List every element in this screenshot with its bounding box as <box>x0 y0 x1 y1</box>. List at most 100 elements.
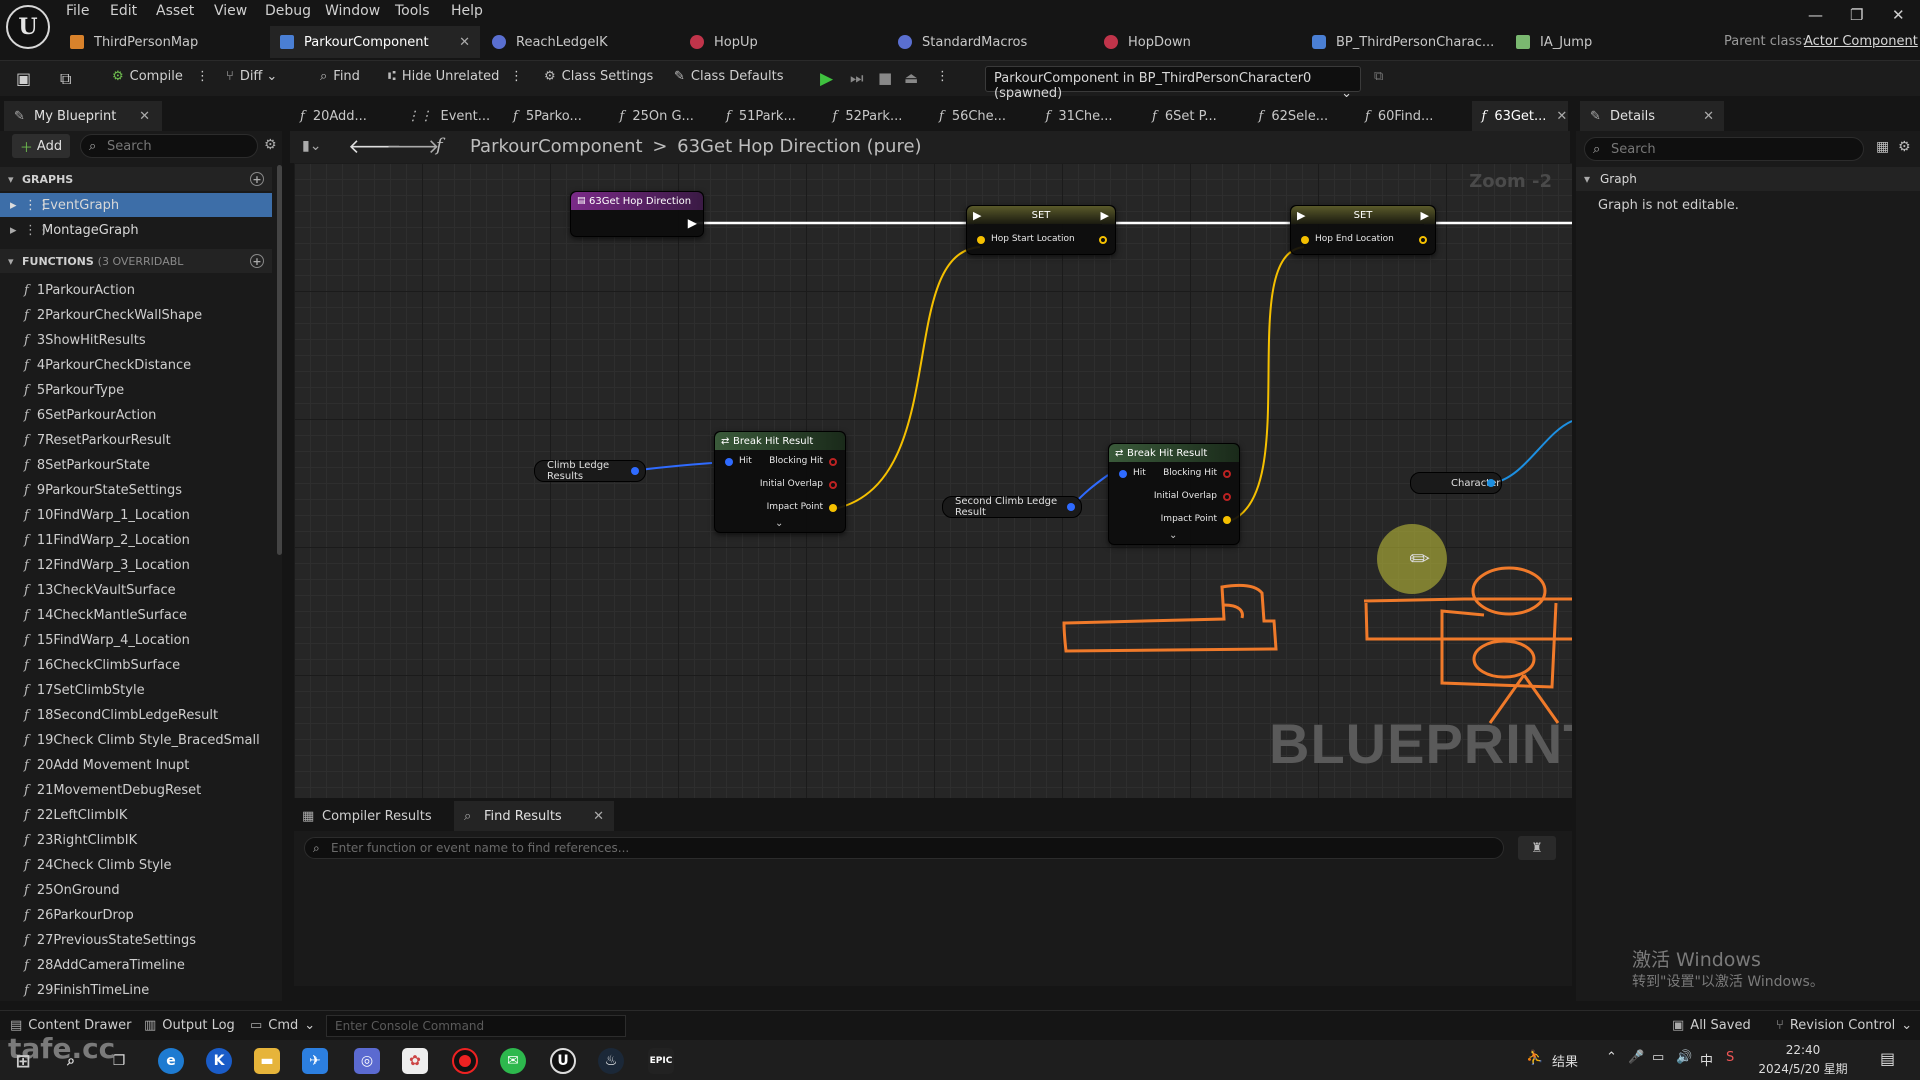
bookmark-icon[interactable]: ▮⌄ <box>302 138 321 154</box>
graph-section-header[interactable]: ▾ Graph <box>1576 167 1920 191</box>
function-entry-node[interactable]: ▤ 63Get Hop Direction ▶ <box>570 191 704 237</box>
set-hop-start-node[interactable]: SET ▶ ▶ Hop Start Location <box>966 205 1116 255</box>
climb-ledge-results-variable[interactable]: Climb Ledge Results <box>534 460 646 482</box>
graph-tab[interactable]: f 6Set P... <box>1152 101 1252 131</box>
compile-button[interactable]: ⚙ Compile <box>112 69 183 84</box>
minimize-icon[interactable]: — <box>1808 6 1823 24</box>
revision-control-button[interactable]: ⑂ Revision Control ⌄ <box>1776 1018 1912 1033</box>
close-panel-icon[interactable]: ✕ <box>139 109 150 124</box>
function-item[interactable]: f 28AddCameraTimeline <box>24 954 185 976</box>
function-item[interactable]: f 15FindWarp_4_Location <box>24 629 190 651</box>
exec-in-pin-icon[interactable]: ▶ <box>1297 209 1305 222</box>
exec-in-pin-icon[interactable]: ▶ <box>973 209 981 222</box>
bool-pin-icon[interactable] <box>1223 470 1231 478</box>
function-item[interactable]: f 10FindWarp_1_Location <box>24 504 190 526</box>
close-window-icon[interactable]: ✕ <box>1892 6 1905 24</box>
function-item[interactable]: f 11FindWarp_2_Location <box>24 529 190 551</box>
my-blueprint-tab[interactable]: ✎ My Blueprint ✕ <box>4 101 162 131</box>
notification-icon[interactable]: ▤ <box>1880 1049 1895 1068</box>
app-icon[interactable]: ◎ <box>354 1048 380 1074</box>
graphs-section-header[interactable]: ▾ GRAPHS + <box>0 167 272 191</box>
function-item[interactable]: f 1ParkourAction <box>24 279 135 301</box>
graph-tab[interactable]: f 31Che... <box>1046 101 1146 131</box>
play-options-icon[interactable]: ⋮ <box>936 69 949 84</box>
settings-icon[interactable]: ⚙ <box>1898 139 1911 155</box>
functions-section-header[interactable]: ▾ FUNCTIONS (3 OVERRIDABL + <box>0 249 272 273</box>
function-item[interactable]: f 18SecondClimbLedgeResult <box>24 704 218 726</box>
graph-tab[interactable]: f 62Sele... <box>1259 101 1359 131</box>
hide-unrelated-button[interactable]: ⑆ Hide Unrelated <box>388 69 499 84</box>
function-item[interactable]: f 20Add Movement Inupt <box>24 754 189 776</box>
table-view-icon[interactable]: ▦ <box>1876 139 1889 155</box>
vector-out-pin-icon[interactable] <box>1099 236 1107 244</box>
menu-file[interactable]: File <box>66 3 89 19</box>
graph-tab[interactable]: f 52Park... <box>833 101 933 131</box>
vector-out-pin-icon[interactable] <box>1419 236 1427 244</box>
debug-browse-icon[interactable]: ⧉ <box>1374 69 1383 84</box>
doc-tab-bp-thirdpersoncharacter[interactable]: BP_ThirdPersonCharac... <box>1302 26 1522 58</box>
left-scrollbar[interactable] <box>277 165 282 555</box>
menu-help[interactable]: Help <box>451 3 483 19</box>
function-item[interactable]: f 23RightClimbIK <box>24 829 137 851</box>
function-item[interactable]: f 3ShowHitResults <box>24 329 146 351</box>
function-item[interactable]: f 13CheckVaultSurface <box>24 579 176 601</box>
details-tab[interactable]: ✎ Details ✕ <box>1580 101 1724 131</box>
ime-indicator[interactable]: 中 <box>1700 1050 1713 1069</box>
wechat-icon[interactable]: ✉ <box>500 1048 526 1074</box>
class-settings-button[interactable]: ⚙ Class Settings <box>544 69 653 84</box>
graph-tab[interactable]: f 20Add... <box>300 101 400 131</box>
function-item[interactable]: f 4ParkourCheckDistance <box>24 354 191 376</box>
find-results-tab[interactable]: ⌕ Find Results ✕ <box>454 801 614 831</box>
expand-pins-icon[interactable]: ⌄ <box>1169 530 1177 541</box>
doc-tab-thirdpersonmap[interactable]: ThirdPersonMap <box>60 26 260 58</box>
blueprint-search-input[interactable]: ⌕ Search <box>80 134 258 158</box>
doc-tab-hopdown[interactable]: HopDown <box>1094 26 1294 58</box>
menu-asset[interactable]: Asset <box>156 3 194 19</box>
function-item[interactable]: f 29FinishTimeLine <box>24 979 149 1001</box>
compiler-results-tab[interactable]: ▦ Compiler Results <box>294 801 452 831</box>
function-item[interactable]: f 26ParkourDrop <box>24 904 134 926</box>
character-variable[interactable]: Character <box>1410 472 1502 494</box>
edge-browser-icon[interactable]: e <box>158 1048 184 1074</box>
function-item[interactable]: f 5ParkourType <box>24 379 124 401</box>
clock-date[interactable]: 2024/5/20 星期一 <box>1756 1060 1850 1080</box>
break-hit-result-node-1[interactable]: ⇄ Break Hit Result Hit Blocking Hit Init… <box>714 431 846 533</box>
menu-window[interactable]: Window <box>325 3 380 19</box>
vector-pin-icon[interactable] <box>1301 236 1309 244</box>
bool-pin-icon[interactable] <box>829 481 837 489</box>
vector-pin-icon[interactable] <box>1223 516 1231 524</box>
app-k-icon[interactable]: K <box>206 1048 232 1074</box>
diff-button[interactable]: ⑂ Diff ⌄ <box>226 69 277 84</box>
browse-icon[interactable]: ⧉ <box>60 69 71 89</box>
function-item[interactable]: f 22LeftClimbIK <box>24 804 127 826</box>
close-panel-icon[interactable]: ✕ <box>1703 109 1714 124</box>
graph-tab[interactable]: ⋮⋮ Event... <box>407 101 507 131</box>
bool-pin-icon[interactable] <box>829 458 837 466</box>
recorder-icon[interactable] <box>452 1048 478 1074</box>
unreal-engine-icon[interactable]: U <box>550 1048 576 1074</box>
restore-icon[interactable]: ❐ <box>1850 6 1863 24</box>
compile-options-icon[interactable]: ⋮ <box>196 69 209 84</box>
graph-tab[interactable]: f 60Find... <box>1365 101 1465 131</box>
doc-tab-standardmacros[interactable]: StandardMacros <box>888 26 1088 58</box>
network-icon[interactable]: ▭ <box>1652 1050 1664 1065</box>
function-item[interactable]: f 14CheckMantleSurface <box>24 604 187 626</box>
menu-tools[interactable]: Tools <box>395 3 430 19</box>
menu-edit[interactable]: Edit <box>110 3 137 19</box>
epic-games-icon[interactable]: EPIC <box>648 1048 674 1074</box>
clock-time[interactable]: 22:40 <box>1760 1043 1846 1057</box>
forward-arrow-icon[interactable]: 🡒 <box>386 134 440 158</box>
hide-options-icon[interactable]: ⋮ <box>510 69 523 84</box>
graph-tab[interactable]: f 51Park... <box>726 101 826 131</box>
graph-item-eventgraph[interactable]: ▸ ⋮⋮ EventGraph <box>0 193 272 217</box>
close-tab-icon[interactable]: ✕ <box>459 35 470 50</box>
settings-icon[interactable]: ⚙ <box>264 137 277 153</box>
class-defaults-button[interactable]: ✎ Class Defaults <box>674 69 784 84</box>
details-search-input[interactable]: ⌕ Search <box>1584 137 1864 161</box>
microphone-icon[interactable]: 🎤 <box>1628 1050 1644 1065</box>
menu-view[interactable]: View <box>214 3 247 19</box>
exec-out-pin-icon[interactable]: ▶ <box>1101 209 1109 222</box>
save-icon[interactable]: ▣ <box>16 69 31 88</box>
second-climb-ledge-result-variable[interactable]: Second Climb Ledge Result <box>942 496 1082 518</box>
struct-pin-icon[interactable] <box>1067 503 1075 511</box>
